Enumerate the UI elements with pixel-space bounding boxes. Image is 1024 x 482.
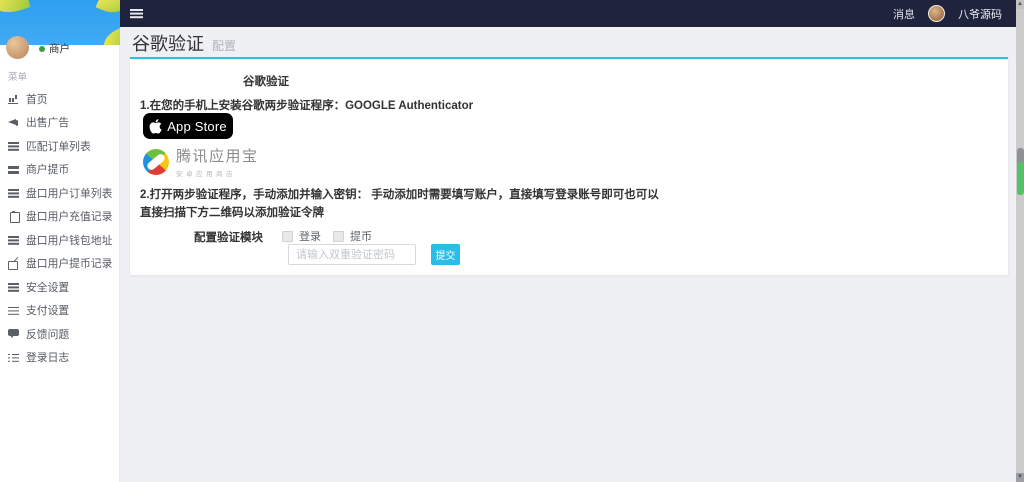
top-header: 消息 八爷源码 bbox=[120, 0, 1024, 27]
messages-link[interactable]: 消息 bbox=[893, 6, 915, 22]
leaf-decoration bbox=[100, 27, 120, 45]
merchant-label: 商户 bbox=[49, 41, 70, 56]
app-store-label: App Store bbox=[167, 119, 227, 134]
scroll-down-arrow-icon[interactable]: ▼ bbox=[1016, 473, 1024, 482]
page-title-row: 谷歌验证 配置 bbox=[132, 30, 236, 56]
sidebar-item-user-recharge-records[interactable]: 盘口用户充值记录 bbox=[0, 205, 119, 229]
user-avatar[interactable] bbox=[928, 5, 945, 22]
vertical-scrollbar[interactable]: ▲ ▼ bbox=[1016, 0, 1024, 482]
username-link[interactable]: 八爷源码 bbox=[958, 6, 1002, 22]
two-factor-password-input[interactable] bbox=[288, 244, 416, 265]
page-subtitle: 配置 bbox=[212, 37, 236, 54]
sidebar-item-matched-orders[interactable]: 匹配订单列表 bbox=[0, 134, 119, 158]
sidebar-item-login-logs[interactable]: 登录日志 bbox=[0, 346, 119, 370]
config-module-label: 配置验证模块 bbox=[130, 229, 263, 245]
sidebar-item-sell-ads[interactable]: 出售广告 bbox=[0, 111, 119, 135]
list-icon bbox=[8, 187, 19, 198]
list-icon bbox=[8, 140, 19, 151]
apple-icon bbox=[149, 119, 162, 134]
step1-instruction: 1.在您的手机上安装谷歌两步验证程序：GOOGLE Authenticator bbox=[140, 97, 473, 113]
menu-section-label: 菜单 bbox=[8, 69, 119, 83]
list-icon bbox=[8, 281, 19, 292]
google-verification-card: 谷歌验证 1.在您的手机上安装谷歌两步验证程序：GOOGLE Authentic… bbox=[130, 57, 1008, 275]
scrollbar-thumb-gray bbox=[1017, 148, 1024, 162]
sidebar: 商户 菜单 首页 出售广告 匹配订单列表 商户提币 盘口用户订单列表 盘口用户充… bbox=[0, 0, 120, 482]
leaf-decoration bbox=[0, 0, 31, 18]
log-list-icon bbox=[8, 352, 19, 363]
tencent-appstore-title: 腾讯应用宝 bbox=[176, 145, 259, 166]
withdraw-checkbox-label: 提币 bbox=[350, 228, 372, 244]
sidebar-item-home[interactable]: 首页 bbox=[0, 87, 119, 111]
leaf-decoration bbox=[96, 0, 120, 17]
external-link-icon bbox=[8, 258, 19, 269]
sidebar-menu: 首页 出售广告 匹配订单列表 商户提币 盘口用户订单列表 盘口用户充值记录 盘口… bbox=[0, 87, 119, 369]
card-icon bbox=[8, 164, 19, 175]
page-title: 谷歌验证 bbox=[132, 30, 204, 56]
tencent-appstore-subtitle: 安卓应用商店 bbox=[176, 168, 259, 178]
scroll-up-arrow-icon[interactable]: ▲ bbox=[1016, 0, 1024, 9]
withdraw-checkbox[interactable] bbox=[333, 231, 344, 242]
clipboard-icon bbox=[8, 211, 19, 222]
avatar[interactable] bbox=[6, 36, 29, 59]
sidebar-item-merchant-withdraw[interactable]: 商户提币 bbox=[0, 158, 119, 182]
list-icon bbox=[8, 234, 19, 245]
sidebar-item-user-wallet-addresses[interactable]: 盘口用户钱包地址 bbox=[0, 228, 119, 252]
step2-instruction: 2.打开两步验证程序，手动添加并输入密钥： 手动添加时需要填写账户，直接填写登录… bbox=[140, 187, 670, 223]
list-icon bbox=[8, 305, 19, 316]
sidebar-item-user-withdraw-records[interactable]: 盘口用户提币记录 bbox=[0, 252, 119, 276]
sidebar-item-security-settings[interactable]: 安全设置 bbox=[0, 275, 119, 299]
submit-button[interactable]: 提交 bbox=[431, 244, 460, 265]
merchant-status: 商户 bbox=[39, 41, 70, 56]
login-checkbox-label: 登录 bbox=[299, 228, 321, 244]
module-checkbox-group: 登录 提币 bbox=[282, 228, 378, 244]
scrollbar-thumb-green bbox=[1017, 162, 1024, 195]
card-section-title: 谷歌验证 bbox=[243, 73, 289, 89]
sidebar-item-feedback[interactable]: 反馈问题 bbox=[0, 322, 119, 346]
hamburger-menu-icon[interactable] bbox=[130, 8, 144, 19]
tencent-yingyongbao-icon bbox=[143, 149, 169, 175]
sidebar-item-payment-settings[interactable]: 支付设置 bbox=[0, 299, 119, 323]
comment-icon bbox=[8, 328, 19, 339]
tencent-appstore-badge[interactable]: 腾讯应用宝 安卓应用商店 bbox=[143, 145, 259, 178]
login-checkbox[interactable] bbox=[282, 231, 293, 242]
scrollbar-thumb[interactable] bbox=[1017, 148, 1024, 195]
app-store-badge[interactable]: App Store bbox=[143, 113, 233, 139]
sidebar-item-user-orders[interactable]: 盘口用户订单列表 bbox=[0, 181, 119, 205]
online-status-dot bbox=[39, 46, 45, 52]
chart-icon bbox=[8, 93, 19, 104]
megaphone-icon bbox=[8, 117, 19, 128]
